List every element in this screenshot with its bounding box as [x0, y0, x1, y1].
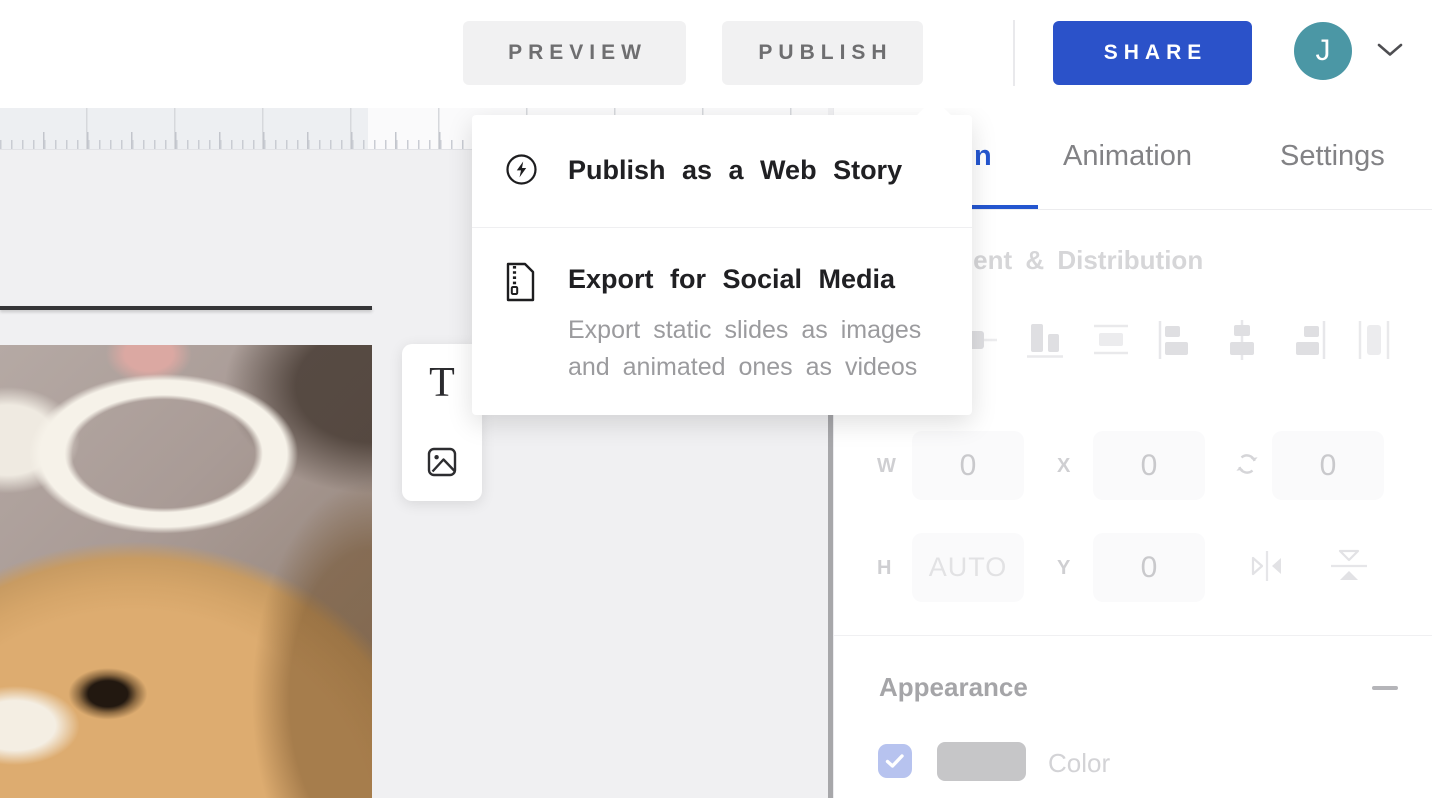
- y-position-label: Y: [1057, 557, 1070, 580]
- story-editor-app: T Design Animation Settings Alignment & …: [0, 0, 1432, 798]
- rotation-field[interactable]: [1272, 431, 1384, 500]
- tab-animation[interactable]: Animation: [1063, 140, 1192, 173]
- avatar[interactable]: J: [1294, 22, 1352, 80]
- panel-section-divider: [834, 635, 1432, 636]
- x-position-field[interactable]: [1093, 431, 1205, 500]
- avatar-initial: J: [1316, 34, 1331, 68]
- height-label: H: [877, 557, 891, 580]
- height-field[interactable]: [912, 533, 1024, 602]
- align-left-icon[interactable]: [1154, 318, 1198, 362]
- canvas-line-element[interactable]: [0, 306, 372, 310]
- align-right-icon[interactable]: [1286, 318, 1330, 362]
- menu-item-description: Export static slides as images and anima…: [568, 312, 930, 386]
- lightning-circle-icon: [505, 153, 538, 186]
- menu-divider: [472, 227, 972, 228]
- image-tool-icon: [426, 446, 458, 478]
- publish-button[interactable]: PUBLISH: [722, 21, 923, 85]
- rotate-icon: [1235, 451, 1259, 477]
- width-label: W: [877, 455, 896, 478]
- menu-item-title: Export for Social Media: [568, 264, 895, 295]
- distribute-vertical-icon[interactable]: [1089, 318, 1133, 362]
- publish-dropdown-menu: Publish as a Web Story Export for Social…: [472, 115, 972, 415]
- flip-horizontal-icon[interactable]: [1246, 545, 1288, 587]
- topbar-divider: [1013, 20, 1015, 86]
- distribute-horizontal-icon[interactable]: [1352, 318, 1396, 362]
- menu-item-title: Publish as a Web Story: [568, 155, 902, 186]
- share-button[interactable]: SHARE: [1053, 21, 1252, 85]
- color-enabled-checkbox[interactable]: [878, 744, 912, 778]
- align-center-icon[interactable]: [1220, 318, 1264, 362]
- flip-vertical-icon[interactable]: [1326, 545, 1372, 587]
- align-bottom-icon[interactable]: [1023, 318, 1067, 362]
- topbar: PREVIEW PUBLISH SHARE J: [0, 0, 1432, 108]
- menu-item-export-social[interactable]: Export for Social Media Export static sl…: [472, 262, 972, 392]
- color-label: Color: [1048, 748, 1110, 779]
- width-field[interactable]: [912, 431, 1024, 500]
- text-tool-icon: T: [429, 362, 455, 404]
- canvas-dog-photo[interactable]: [0, 345, 372, 798]
- tab-settings[interactable]: Settings: [1280, 140, 1385, 173]
- appearance-section-title: Appearance: [879, 672, 1028, 703]
- menu-item-publish-web-story[interactable]: Publish as a Web Story: [472, 153, 972, 219]
- preview-button[interactable]: PREVIEW: [463, 21, 686, 85]
- chevron-down-icon[interactable]: [1376, 42, 1404, 63]
- zip-file-icon: [505, 262, 536, 302]
- color-swatch[interactable]: [937, 742, 1026, 781]
- canvas-insert-toolbar: T: [402, 344, 482, 501]
- text-tool-button[interactable]: T: [402, 344, 482, 422]
- y-position-field[interactable]: [1093, 533, 1205, 602]
- image-tool-button[interactable]: [402, 423, 482, 501]
- checkmark-icon: [885, 753, 905, 769]
- minus-icon[interactable]: [1372, 686, 1398, 690]
- x-position-label: X: [1057, 455, 1070, 478]
